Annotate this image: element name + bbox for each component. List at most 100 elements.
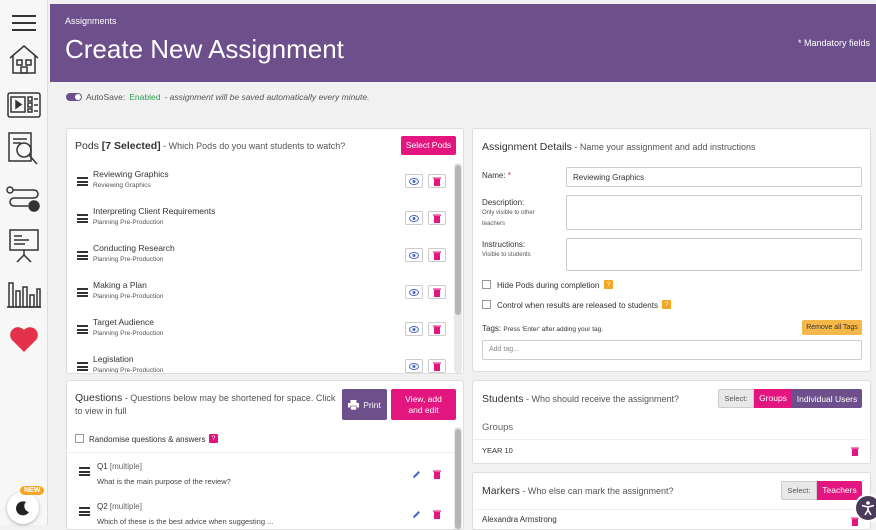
delete-trash-icon[interactable]	[428, 248, 446, 262]
drag-handle-icon[interactable]	[79, 507, 90, 516]
question-title: Q1 [multiple]	[97, 462, 142, 471]
analytics-icon[interactable]	[5, 274, 43, 312]
tags-label: Tags: Press 'Enter' after adding your ta…	[482, 324, 604, 333]
questions-scroll-thumb[interactable]	[455, 429, 461, 529]
description-sub: Only visible to other	[482, 210, 535, 216]
preview-eye-icon[interactable]	[405, 285, 423, 299]
sidebar: NEW	[0, 0, 48, 525]
drag-handle-icon[interactable]	[77, 251, 88, 260]
page-title: Create New Assignment	[65, 34, 344, 64]
students-select-label: Select:	[718, 389, 754, 408]
question-text: What is the main purpose of the review?	[97, 477, 231, 486]
breadcrumb[interactable]: Assignments	[65, 16, 117, 26]
questions-scrollbar[interactable]	[454, 427, 462, 529]
pods-scrollbar[interactable]	[454, 163, 462, 373]
preview-eye-icon[interactable]	[405, 322, 423, 336]
delete-trash-icon[interactable]	[846, 444, 864, 458]
pods-scroll-thumb[interactable]	[455, 165, 461, 315]
drag-handle-icon[interactable]	[77, 325, 88, 334]
drag-handle-icon[interactable]	[77, 214, 88, 223]
drag-handle-icon[interactable]	[77, 362, 88, 371]
pod-item: Making a Plan Planning Pre-Production	[77, 280, 447, 310]
autosave-enabled: Enabled	[129, 92, 161, 102]
markers-panel: Markers - Who else can mark the assignme…	[472, 472, 871, 530]
pod-item: Reviewing Graphics Reviewing Graphics	[77, 169, 447, 199]
instructions-textarea[interactable]	[566, 238, 862, 271]
instructions-sub: Visible to students	[482, 252, 531, 258]
preview-eye-icon[interactable]	[405, 174, 423, 188]
details-title: Assignment Details - Name your assignmen…	[482, 141, 756, 153]
pods-panel: Pods [7 Selected] - Which Pods do you wa…	[66, 128, 464, 374]
pod-item: Conducting Research Planning Pre-Product…	[77, 243, 447, 273]
delete-trash-icon[interactable]	[428, 211, 446, 225]
drag-handle-icon[interactable]	[77, 288, 88, 297]
home-icon[interactable]	[5, 40, 43, 78]
printer-icon	[348, 399, 360, 410]
students-panel: Students - Who should receive the assign…	[472, 380, 871, 464]
delete-trash-icon[interactable]	[428, 507, 446, 521]
students-title: Students - Who should receive the assign…	[482, 393, 680, 405]
menu-icon[interactable]	[5, 4, 43, 42]
group-item: YEAR 10	[482, 446, 513, 455]
pod-item: Interpreting Client Requirements Plannin…	[77, 206, 447, 236]
edit-pencil-icon[interactable]	[410, 508, 422, 520]
delete-trash-icon[interactable]	[428, 285, 446, 299]
randomise-label: Randomise questions & answers	[89, 435, 206, 444]
remove-all-tags-button[interactable]: Remove all Tags	[802, 320, 862, 335]
preview-eye-icon[interactable]	[405, 211, 423, 225]
print-button[interactable]: Print	[342, 389, 387, 420]
delete-trash-icon[interactable]	[428, 322, 446, 336]
description-textarea[interactable]	[566, 195, 862, 230]
delete-trash-icon[interactable]	[428, 359, 446, 373]
pods-title: Pods [7 Selected] - Which Pods do you wa…	[75, 140, 346, 152]
edit-pencil-icon[interactable]	[410, 468, 422, 480]
delete-trash-icon[interactable]	[428, 467, 446, 481]
markers-select-label: Select:	[781, 481, 817, 500]
groups-button[interactable]: Groups	[754, 389, 792, 408]
pod-item: Target Audience Planning Pre-Production	[77, 317, 447, 347]
heart-icon[interactable]	[5, 320, 43, 358]
search-document-icon[interactable]	[5, 130, 43, 168]
marker-item: Alexandra Armstrong	[482, 515, 557, 524]
select-pods-button[interactable]: Select Pods	[401, 136, 456, 155]
preview-eye-icon[interactable]	[405, 359, 423, 373]
questions-panel: Questions - Questions below may be short…	[66, 380, 464, 530]
accessibility-button[interactable]	[854, 494, 876, 522]
mandatory-note: * Mandatory fields	[797, 38, 870, 48]
control-results-checkbox[interactable]	[482, 300, 491, 309]
drag-handle-icon[interactable]	[77, 177, 88, 186]
drag-handle-icon[interactable]	[79, 467, 90, 476]
presentation-icon[interactable]	[5, 226, 43, 264]
view-add-edit-button[interactable]: View, add and edit	[391, 389, 456, 420]
description-sub: teachers	[482, 221, 506, 227]
accessibility-icon	[861, 501, 875, 516]
markers-title: Markers - Who else can mark the assignme…	[482, 485, 674, 497]
help-icon[interactable]: ?	[662, 300, 671, 309]
question-title: Q2 [multiple]	[97, 502, 142, 511]
name-input[interactable]: Reviewing Graphics	[566, 167, 862, 187]
teachers-button[interactable]: Teachers	[817, 481, 862, 500]
page-header: Assignments Create New Assignment * Mand…	[50, 4, 876, 82]
autosave-status: AutoSave: Enabled - assignment will be s…	[66, 92, 369, 102]
help-icon[interactable]: ?	[604, 280, 613, 289]
control-results-label: Control when results are released to stu…	[497, 301, 658, 310]
randomise-checkbox[interactable]	[75, 434, 84, 443]
help-icon[interactable]: ?	[209, 434, 218, 443]
video-library-icon[interactable]	[5, 86, 43, 124]
preview-eye-icon[interactable]	[405, 248, 423, 262]
tag-input[interactable]: Add tag...	[482, 340, 862, 360]
dark-mode-toggle[interactable]	[7, 492, 39, 524]
hide-pods-label: Hide Pods during completion	[497, 281, 600, 290]
autosave-toggle[interactable]	[66, 93, 82, 101]
autosave-note: - assignment will be saved automatically…	[164, 92, 370, 102]
description-label: Description:	[482, 198, 525, 207]
instructions-label: Instructions:	[482, 240, 526, 249]
groups-heading: Groups	[482, 422, 514, 433]
pod-item: Legislation Planning Pre-Production	[77, 354, 447, 373]
new-badge: NEW	[20, 486, 45, 495]
individual-users-button[interactable]: Individual Users	[792, 389, 862, 408]
hide-pods-checkbox[interactable]	[482, 280, 491, 289]
delete-trash-icon[interactable]	[428, 174, 446, 188]
details-panel: Assignment Details - Name your assignmen…	[472, 128, 871, 372]
pathway-icon[interactable]	[5, 180, 43, 218]
